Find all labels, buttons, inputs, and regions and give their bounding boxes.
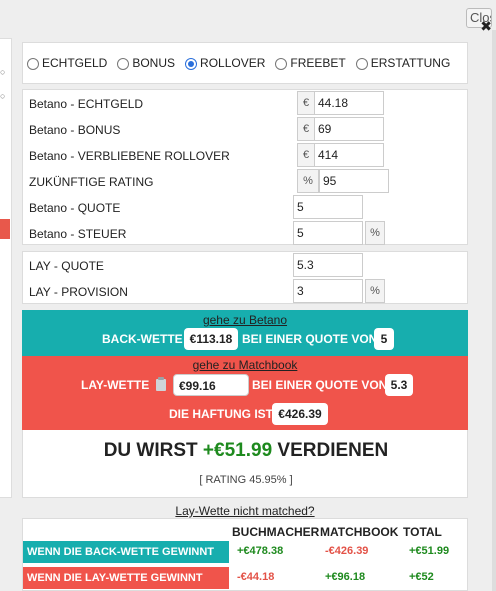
close-icon[interactable]: ✖ <box>480 18 492 35</box>
radio-rollover[interactable]: ROLLOVER <box>185 56 265 70</box>
lay-provision-input[interactable]: 3 <box>293 279 363 303</box>
liability-value: €426.39 <box>272 403 328 425</box>
bonus-label: Betano - BONUS <box>29 123 121 137</box>
total-cell: +€51.99 <box>409 545 450 557</box>
row-label-lay-wins: WENN DIE LAY-WETTE GEWINNT <box>23 567 229 589</box>
radio-circle[interactable] <box>355 58 368 70</box>
column-header-exchange: MATCHBOOK <box>320 525 399 539</box>
profit-headline: DU WIRST +€51.99 VERDIENEN <box>23 440 469 462</box>
radio-erstattung[interactable]: ERSTATTUNG <box>355 56 451 70</box>
radio-label: ROLLOVER <box>200 56 266 70</box>
rating-row: ZUKÜNFTIGE RATING % 95 <box>23 169 469 195</box>
top-bar: Close ✖ <box>0 0 496 34</box>
scrollbar-track[interactable] <box>492 30 496 591</box>
table-row: WENN DIE LAY-WETTE GEWINNT -€44.18 +€96.… <box>23 567 469 589</box>
euro-addon: € <box>297 117 315 141</box>
steuer-input[interactable]: 5 <box>293 221 363 245</box>
radio-circle[interactable] <box>117 58 130 70</box>
lay-provision-row: LAY - PROVISION 3 % <box>23 279 469 305</box>
radio-label: ERSTATTUNG <box>370 56 451 70</box>
radio-echtgeld[interactable]: ECHTGELD <box>27 56 107 70</box>
bookmaker-cell: -€44.18 <box>237 571 275 583</box>
lay-odds-text: BEI EINER QUOTE VON <box>252 378 388 392</box>
echtgeld-label: Betano - ECHTGELD <box>29 97 144 111</box>
lay-odds-value: 5.3 <box>385 374 413 396</box>
lay-quote-input[interactable]: 5.3 <box>293 253 363 277</box>
rollover-input[interactable]: 414 <box>314 143 384 167</box>
radio-circle[interactable] <box>275 58 288 70</box>
row-label-back-wins: WENN DIE BACK-WETTE GEWINNT <box>23 541 229 563</box>
profit-prefix: DU WIRST <box>103 440 198 461</box>
back-bet-label: BACK-WETTE <box>102 332 183 346</box>
back-odds-text: BEI EINER QUOTE VON <box>242 332 378 346</box>
rating-value: [ RATING 45.95% ] <box>199 474 293 486</box>
profit-value: +€51.99 <box>202 440 273 461</box>
lay-color-fragment <box>0 219 10 239</box>
quote-input[interactable]: 5 <box>293 195 363 219</box>
euro-addon: € <box>297 91 315 115</box>
exchange-cell: -€426.39 <box>325 545 369 557</box>
total-cell: +€52 <box>409 571 434 583</box>
mode-selector: ECHTGELD BONUS ROLLOVER FREEBET ERSTATTU… <box>22 42 468 84</box>
radio-circle[interactable] <box>27 58 39 70</box>
radio-label: BONUS <box>132 56 176 70</box>
lay-inputs-panel: LAY - QUOTE 5.3 LAY - PROVISION 3 % <box>22 251 468 304</box>
rollover-label: Betano - VERBLIEBENE ROLLOVER <box>29 149 230 163</box>
radio-label: FREEBET <box>290 56 346 70</box>
column-header-bookmaker: BUCHMACHER <box>232 525 320 539</box>
percent-addon: % <box>297 169 319 193</box>
percent-addon: % <box>365 221 385 245</box>
radio-freebet[interactable]: FREEBET <box>275 56 346 70</box>
rating-label: ZUKÜNFTIGE RATING <box>29 175 154 189</box>
back-stake-value: €113.18 <box>184 328 238 350</box>
rollover-row: Betano - VERBLIEBENE ROLLOVER € 414 <box>23 143 469 169</box>
lay-not-matched-link[interactable]: Lay-Wette nicht matched? <box>22 504 468 518</box>
bonus-row: Betano - BONUS € 69 <box>23 117 469 143</box>
clipboard-icon[interactable] <box>156 377 166 391</box>
exchange-cell: +€96.18 <box>325 571 366 583</box>
radio-label: ECHTGELD <box>42 56 108 70</box>
goto-bookmaker-link[interactable]: gehe zu Betano <box>22 313 468 327</box>
percent-addon: % <box>365 279 385 303</box>
table-row: WENN DIE BACK-WETTE GEWINNT +€478.38 -€4… <box>23 541 469 563</box>
lay-stake-input[interactable]: €99.16 <box>173 374 249 396</box>
lay-provision-label: LAY - PROVISION <box>29 285 128 299</box>
radio-fragment: ○ <box>0 91 6 101</box>
euro-addon: € <box>297 143 315 167</box>
back-inputs-panel: Betano - ECHTGELD € 44.18 Betano - BONUS… <box>22 89 468 245</box>
bonus-input[interactable]: 69 <box>314 117 384 141</box>
quote-row: Betano - QUOTE 5 <box>23 195 469 221</box>
profit-result: DU WIRST +€51.99 VERDIENEN [ RATING 45.9… <box>22 430 468 498</box>
lay-bet-section: gehe zu Matchbook LAY-WETTE €99.16 BEI E… <box>22 356 468 430</box>
outcome-table: BUCHMACHER MATCHBOOK TOTAL WENN DIE BACK… <box>22 518 468 591</box>
profit-suffix: VERDIENEN <box>277 440 389 461</box>
liability-label: DIE HAFTUNG IST <box>169 407 273 421</box>
echtgeld-row: Betano - ECHTGELD € 44.18 <box>23 91 469 117</box>
lay-bet-label: LAY-WETTE <box>81 378 150 392</box>
goto-exchange-link[interactable]: gehe zu Matchbook <box>22 358 468 372</box>
radio-fragment: ○ <box>0 67 6 77</box>
radio-circle[interactable] <box>185 58 198 70</box>
left-background-panel: ○ ○ <box>0 38 12 498</box>
rating-input[interactable]: 95 <box>319 169 389 193</box>
radio-bonus[interactable]: BONUS <box>117 56 175 70</box>
bookmaker-cell: +€478.38 <box>237 545 284 557</box>
lay-quote-row: LAY - QUOTE 5.3 <box>23 253 469 279</box>
lay-quote-label: LAY - QUOTE <box>29 259 104 273</box>
steuer-label: Betano - STEUER <box>29 227 127 241</box>
column-header-total: TOTAL <box>403 525 442 539</box>
quote-label: Betano - QUOTE <box>29 201 121 215</box>
back-odds-value: 5 <box>374 328 394 350</box>
steuer-row: Betano - STEUER 5 % <box>23 221 469 247</box>
echtgeld-input[interactable]: 44.18 <box>314 91 384 115</box>
back-bet-section: gehe zu Betano BACK-WETTE €113.18 BEI EI… <box>22 310 468 356</box>
